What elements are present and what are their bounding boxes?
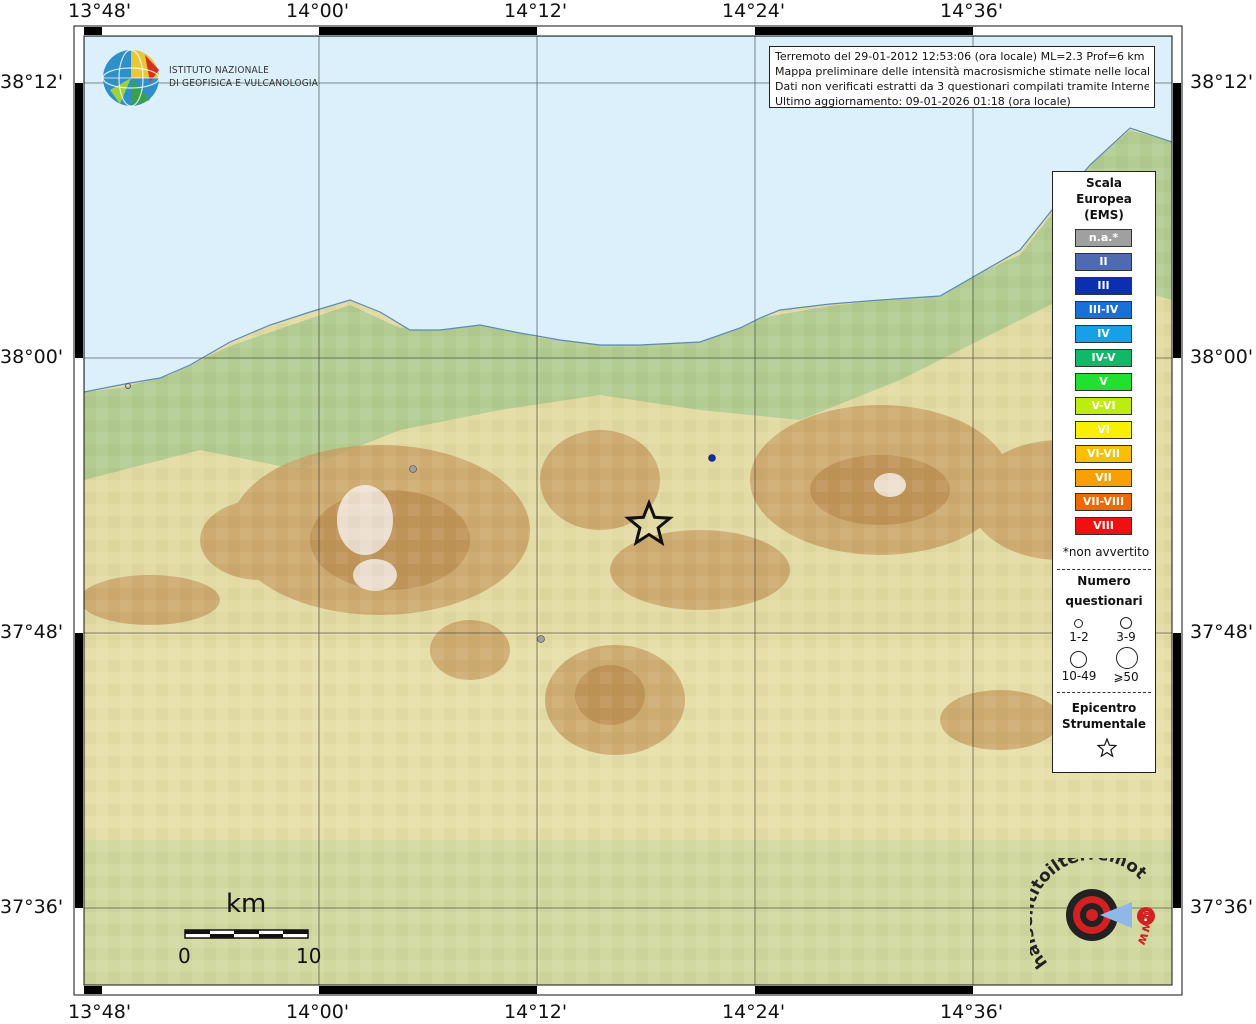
lon-label-top: 13°48': [68, 0, 132, 22]
lat-label-left: 37°48': [0, 621, 64, 643]
legend-swatch: III-IV: [1075, 301, 1132, 319]
lon-label-top: 14°00': [286, 0, 350, 22]
hsit-www-label: www: [1134, 907, 1155, 947]
event-info-box: Terremoto del 29-01-2012 12:53:06 (ora l…: [769, 46, 1155, 108]
terrain-map[interactable]: [80, 36, 1172, 985]
ingv-logo-text: ISTITUTO NAZIONALE DI GEOFISICA E VULCAN…: [169, 64, 318, 90]
count-circle-50-icon: [1116, 647, 1138, 669]
legend-swatch: n.a.*: [1075, 229, 1132, 247]
legend-swatch: IV: [1075, 325, 1132, 343]
count-label: ⩾50: [1113, 670, 1139, 684]
lat-label-left: 38°00': [0, 346, 64, 368]
legend-swatch: VII-VIII: [1075, 493, 1132, 511]
legend-swatch: VI: [1075, 421, 1132, 439]
lon-label-top: 14°24': [722, 0, 786, 22]
legend-swatch: VII: [1075, 469, 1132, 487]
event-info-line: Terremoto del 29-01-2012 12:53:06 (ora l…: [775, 50, 1145, 63]
intensity-legend: Scala Europea (EMS) n.a.* II III III-IV IV IV…: [1052, 171, 1156, 773]
report-marker-na-2[interactable]: [537, 635, 545, 643]
lon-label-top: 14°36': [940, 0, 1004, 22]
legend-title-line: Europea: [1076, 192, 1132, 206]
lat-label-right: 38°00': [1190, 346, 1254, 368]
legend-swatch: V: [1075, 373, 1132, 391]
hsit-logo-text: haisentitoilterremoto.it www: [1030, 858, 1155, 972]
scale-bar: [184, 929, 309, 939]
lat-label-right: 37°36': [1190, 896, 1254, 918]
lon-label-bottom: 13°48': [68, 1001, 132, 1023]
event-info-line: Mappa preliminare delle intensità macros…: [775, 65, 1149, 78]
count-label: 1-2: [1069, 630, 1089, 644]
legend-swatch: III: [1075, 277, 1132, 295]
legend-title-line: (EMS): [1084, 208, 1124, 222]
ingv-logo-icon: [102, 49, 160, 107]
lat-label-right: 38°12': [1190, 71, 1254, 93]
lon-label-bottom: 14°36': [940, 1001, 1004, 1023]
count-circle-10-49-icon: [1070, 651, 1087, 668]
event-info-line: Dati non verificati estratti da 3 questi…: [775, 80, 1149, 93]
epicenter-title-line: Epicentro: [1071, 701, 1137, 715]
not-felt-note: *non avvertito: [1062, 545, 1150, 559]
legend-swatch: V-VI: [1075, 397, 1132, 415]
event-info-line: Ultimo aggiornamento: 09-01-2026 01:18 (…: [775, 95, 1071, 108]
legend-divider: [1057, 569, 1151, 570]
legend-swatch: VIII: [1075, 517, 1132, 535]
lat-label-right: 37°48': [1190, 621, 1254, 643]
count-circle-3-9-icon: [1120, 617, 1132, 629]
lon-label-top: 14°12': [504, 0, 568, 22]
svg-text:haisentitoilterremoto.it: haisentitoilterremoto.it: [1030, 858, 1150, 972]
lat-label-left: 37°36': [0, 896, 64, 918]
scale-unit: km: [226, 889, 267, 919]
svg-text:www: www: [1134, 907, 1155, 947]
legend-swatch: VI-VII: [1075, 445, 1132, 463]
lon-label-bottom: 14°12': [504, 1001, 568, 1023]
legend-swatch: IV-V: [1075, 349, 1132, 367]
legend-divider: [1057, 692, 1151, 693]
lat-label-left: 38°12': [0, 71, 64, 93]
legend-title-line: Scala: [1085, 176, 1123, 190]
ingv-name-line1: ISTITUTO NAZIONALE: [169, 65, 269, 76]
report-marker-na[interactable]: [409, 465, 417, 473]
count-title-line: questionari: [1065, 594, 1143, 608]
lon-label-bottom: 14°00': [286, 1001, 350, 1023]
scale-end: 10: [296, 944, 322, 968]
count-label: 3-9: [1116, 630, 1136, 644]
count-title-line: Numero: [1077, 574, 1131, 588]
epicenter-title-line: Strumentale: [1061, 717, 1147, 731]
ingv-name-line2: DI GEOFISICA E VULCANOLOGIA: [169, 78, 319, 89]
legend-star-icon: [1097, 738, 1117, 758]
scale-start: 0: [178, 944, 191, 968]
count-circle-1-2-icon: [1074, 619, 1083, 628]
lon-label-bottom: 14°24': [722, 1001, 786, 1023]
legend-swatch: II: [1075, 253, 1132, 271]
report-marker-iii[interactable]: [708, 454, 716, 462]
hsit-logo-label: haisentitoilterremoto.it: [1030, 858, 1150, 972]
count-label: 10-49: [1061, 669, 1097, 683]
